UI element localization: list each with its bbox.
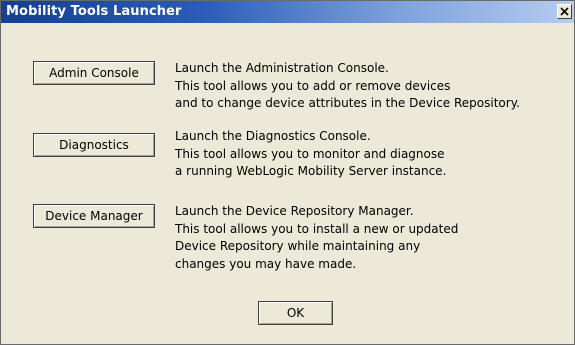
- admin-console-button[interactable]: Admin Console: [33, 61, 155, 85]
- ok-button[interactable]: OK: [258, 301, 333, 325]
- launcher-dialog: Mobility Tools Launcher Admin Console La…: [0, 0, 575, 345]
- device-manager-description: Launch the Device Repository Manager. Th…: [175, 203, 458, 273]
- admin-console-description: Launch the Administration Console. This …: [175, 60, 520, 113]
- dialog-content: Admin Console Launch the Administration …: [1, 23, 574, 344]
- close-button[interactable]: [557, 4, 572, 19]
- diagnostics-button[interactable]: Diagnostics: [33, 133, 155, 157]
- description-line: This tool allows you to add or remove de…: [175, 78, 451, 93]
- description-line: and to change device attributes in the D…: [175, 96, 520, 110]
- description-line: This tool allows you to monitor and diag…: [175, 146, 445, 161]
- title-bar[interactable]: Mobility Tools Launcher: [1, 1, 574, 23]
- window-title: Mobility Tools Launcher: [6, 4, 182, 19]
- diagnostics-description: Launch the Diagnostics Console. This too…: [175, 128, 446, 181]
- close-x-icon: [560, 7, 569, 16]
- description-line: Device Repository while maintaining any: [175, 239, 421, 253]
- description-line: changes you may have made.: [175, 256, 357, 271]
- device-manager-button[interactable]: Device Manager: [33, 204, 155, 228]
- description-line: This tool allows you to install a new or…: [175, 221, 459, 236]
- description-line: Launch the Administration Console.: [175, 61, 389, 75]
- description-line: a running WebLogic Mobility Server insta…: [175, 164, 447, 178]
- description-line: Launch the Device Repository Manager.: [175, 204, 414, 218]
- description-line: Launch the Diagnostics Console.: [175, 129, 371, 143]
